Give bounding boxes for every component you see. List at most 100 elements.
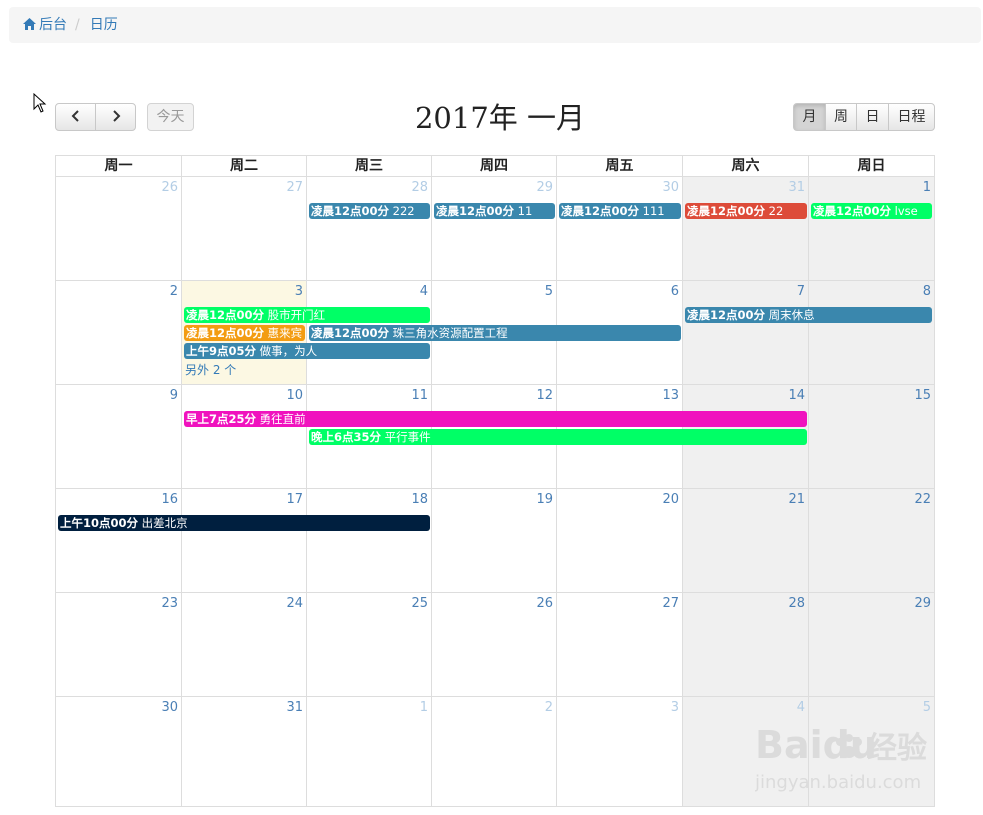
day-cell[interactable]: 28	[307, 177, 432, 281]
day-cell[interactable]: 29	[432, 177, 557, 281]
day-number[interactable]: 10	[286, 388, 303, 403]
day-cell[interactable]: 7	[683, 281, 809, 385]
day-cell[interactable]: 22	[809, 489, 934, 593]
day-number[interactable]: 27	[286, 180, 303, 195]
day-cell[interactable]: 10	[182, 385, 307, 489]
day-number[interactable]: 21	[788, 492, 805, 507]
today-button[interactable]: 今天	[147, 103, 194, 131]
day-number[interactable]: 27	[662, 596, 679, 611]
day-number[interactable]: 29	[536, 180, 553, 195]
calendar-event[interactable]: 凌晨12点00分 111	[559, 203, 681, 219]
calendar-event[interactable]: 晚上6点35分 平行事件	[309, 429, 807, 445]
day-cell[interactable]: 29	[809, 593, 934, 697]
day-number[interactable]: 3	[295, 284, 303, 299]
view-month-button[interactable]: 月	[793, 103, 826, 131]
breadcrumb-calendar-link[interactable]: 日历	[90, 17, 118, 33]
day-number[interactable]: 12	[536, 388, 553, 403]
day-cell[interactable]: 8	[809, 281, 934, 385]
view-week-button[interactable]: 周	[825, 103, 857, 131]
day-number[interactable]: 7	[797, 284, 805, 299]
day-number[interactable]: 9	[170, 388, 178, 403]
calendar-event[interactable]: 凌晨12点00分 lvse	[811, 203, 932, 219]
day-cell[interactable]: 2	[56, 281, 182, 385]
day-number[interactable]: 30	[662, 180, 679, 195]
day-number[interactable]: 15	[914, 388, 931, 403]
day-number[interactable]: 2	[545, 700, 553, 715]
day-number[interactable]: 31	[788, 180, 805, 195]
day-number[interactable]: 19	[536, 492, 553, 507]
day-cell[interactable]: 16	[56, 489, 182, 593]
day-number[interactable]: 3	[671, 700, 679, 715]
calendar-event[interactable]: 凌晨12点00分 周末休息	[685, 307, 932, 323]
day-cell[interactable]: 27	[557, 593, 683, 697]
day-number[interactable]: 30	[161, 700, 178, 715]
day-cell[interactable]: 23	[56, 593, 182, 697]
day-number[interactable]: 24	[286, 596, 303, 611]
day-number[interactable]: 4	[420, 284, 428, 299]
calendar-event[interactable]: 凌晨12点00分 222	[309, 203, 430, 219]
day-cell[interactable]: 26	[432, 593, 557, 697]
day-cell[interactable]: 1	[809, 177, 934, 281]
day-cell[interactable]: 31	[182, 697, 307, 806]
day-cell[interactable]: 18	[307, 489, 432, 593]
calendar-event[interactable]: 上午10点00分 出差北京	[58, 515, 430, 531]
day-cell[interactable]: 2	[432, 697, 557, 806]
day-cell[interactable]: 20	[557, 489, 683, 593]
day-number[interactable]: 22	[914, 492, 931, 507]
day-number[interactable]: 2	[170, 284, 178, 299]
event-title: lvse	[894, 204, 918, 218]
prev-month-button[interactable]	[55, 103, 96, 131]
day-cell[interactable]: 15	[809, 385, 934, 489]
next-month-button[interactable]	[95, 103, 136, 131]
calendar-event[interactable]: 凌晨12点00分 22	[685, 203, 807, 219]
day-cell[interactable]: 24	[182, 593, 307, 697]
day-number[interactable]: 28	[411, 180, 428, 195]
day-number[interactable]: 1	[923, 180, 931, 195]
day-number[interactable]: 17	[286, 492, 303, 507]
day-number[interactable]: 16	[161, 492, 178, 507]
day-cell[interactable]: 31	[683, 177, 809, 281]
calendar-event[interactable]: 凌晨12点00分 珠三角水资源配置工程	[309, 325, 681, 341]
day-number[interactable]: 20	[662, 492, 679, 507]
breadcrumb-home-link[interactable]: 后台	[23, 17, 67, 33]
day-number[interactable]: 23	[161, 596, 178, 611]
day-cell[interactable]: 30	[557, 177, 683, 281]
day-cell[interactable]: 30	[56, 697, 182, 806]
day-cell[interactable]: 25	[307, 593, 432, 697]
day-number[interactable]: 5	[545, 284, 553, 299]
day-cell[interactable]: 9	[56, 385, 182, 489]
day-number[interactable]: 14	[788, 388, 805, 403]
svg-text:jingyan.baidu.com: jingyan.baidu.com	[755, 772, 921, 792]
day-number[interactable]: 26	[536, 596, 553, 611]
day-number[interactable]: 1	[420, 700, 428, 715]
day-number[interactable]: 26	[161, 180, 178, 195]
day-number[interactable]: 25	[411, 596, 428, 611]
more-events-link[interactable]: 另外 2 个	[185, 361, 236, 378]
day-number[interactable]: 29	[914, 596, 931, 611]
mouse-cursor-icon	[33, 92, 47, 117]
day-cell[interactable]: 27	[182, 177, 307, 281]
calendar-event[interactable]: 凌晨12点00分 股市开门红	[184, 307, 430, 323]
view-agenda-button[interactable]: 日程	[888, 103, 935, 131]
day-cell[interactable]: 26	[56, 177, 182, 281]
day-cell[interactable]: 3	[557, 697, 683, 806]
day-number[interactable]: 18	[411, 492, 428, 507]
day-cell[interactable]: 1	[307, 697, 432, 806]
day-cell[interactable]: 19	[432, 489, 557, 593]
calendar-event[interactable]: 上午9点05分 做事，为人	[184, 343, 430, 359]
month-grid: 周一 周二 周三 周四 周五 周六 周日 26 27 28 29 30 31 1 2 3 4 5 6 7 8 9 10 11 1…	[55, 155, 935, 807]
calendar-event[interactable]: 凌晨12点00分 11	[434, 203, 555, 219]
calendar-event[interactable]: 早上7点25分 勇往直前	[184, 411, 807, 427]
day-number[interactable]: 28	[788, 596, 805, 611]
day-cell[interactable]: 21	[683, 489, 809, 593]
day-number[interactable]: 6	[671, 284, 679, 299]
day-number[interactable]: 13	[662, 388, 679, 403]
day-number[interactable]: 8	[923, 284, 931, 299]
day-number[interactable]: 11	[411, 388, 428, 403]
weekday-header: 周三	[307, 156, 432, 177]
day-cell[interactable]: 17	[182, 489, 307, 593]
day-number[interactable]: 31	[286, 700, 303, 715]
day-cell[interactable]: 28	[683, 593, 809, 697]
view-day-button[interactable]: 日	[856, 103, 889, 131]
calendar-event[interactable]: 凌晨12点00分 惠来宾	[184, 325, 305, 341]
